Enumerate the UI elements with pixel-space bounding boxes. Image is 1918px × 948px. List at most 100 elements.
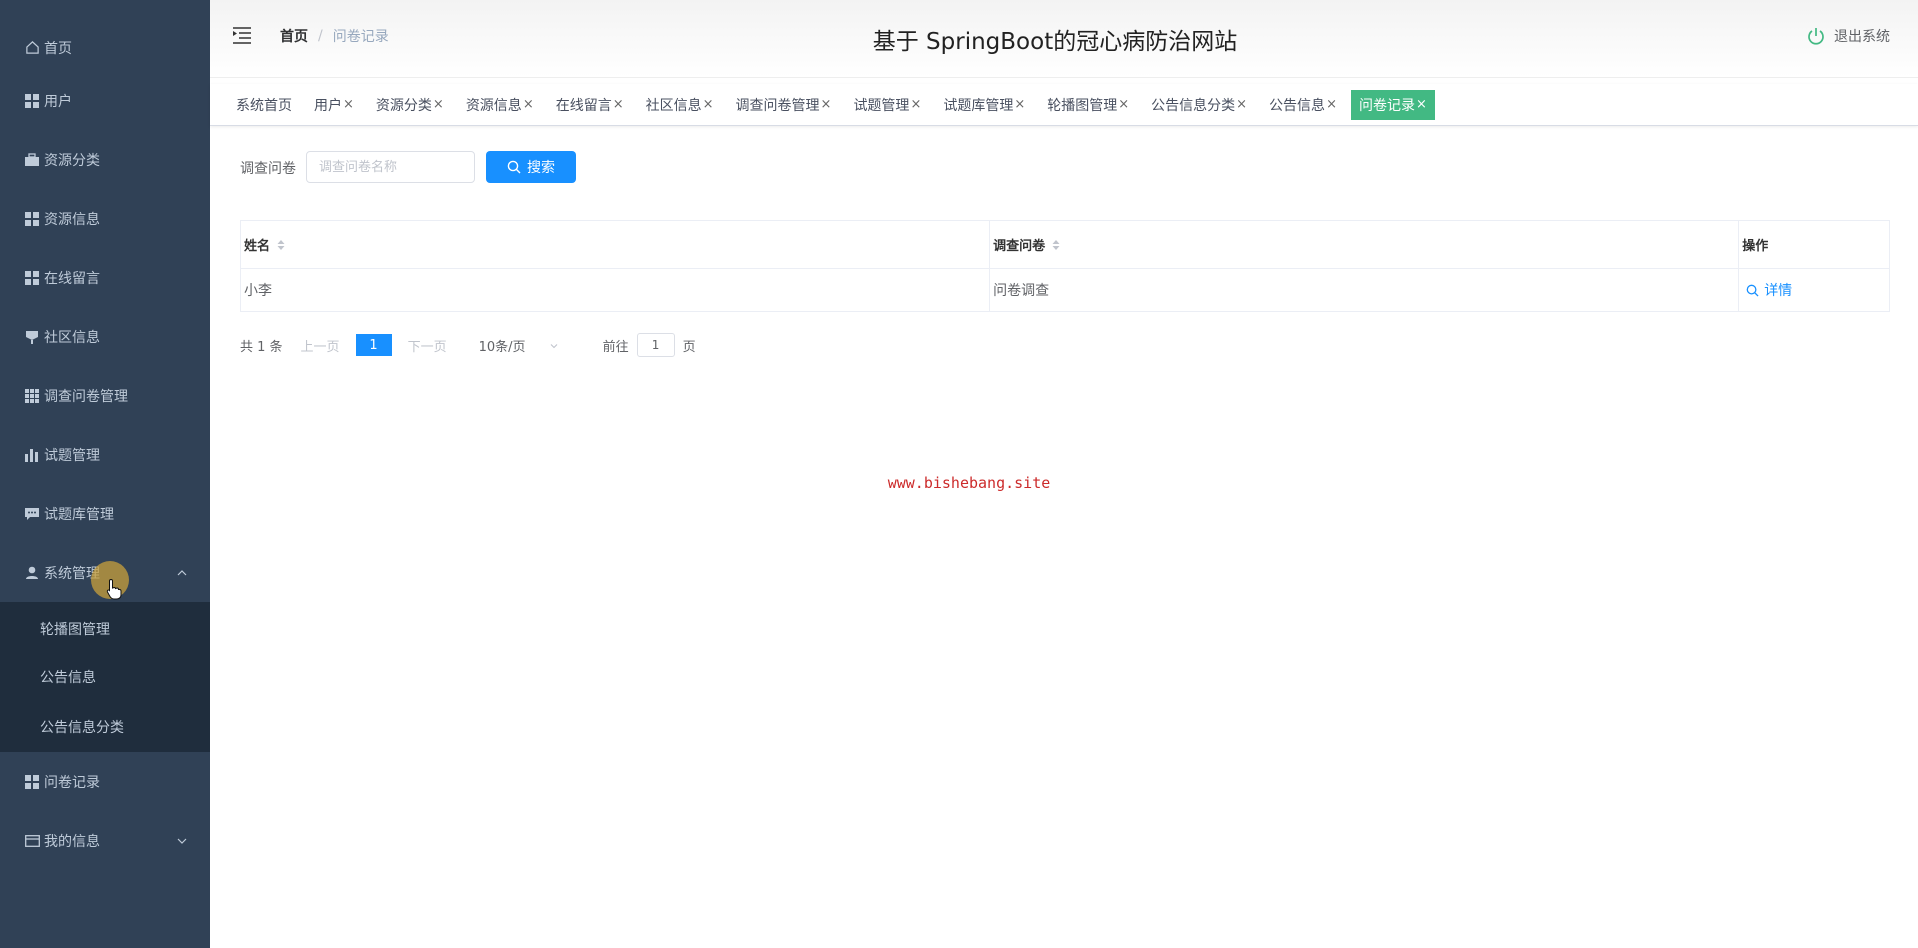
submenu-item-notice[interactable]: 公告信息 (0, 652, 210, 702)
chevron-down-icon (549, 340, 559, 350)
message-icon (24, 506, 40, 522)
column-header-survey[interactable]: 调查问卷 (990, 221, 1740, 268)
tag-label: 试题库管理 (943, 97, 1014, 114)
tag-label: 公告信息分类 (1151, 97, 1236, 114)
search-icon (507, 160, 521, 174)
close-icon[interactable]: × (523, 97, 534, 112)
bar-chart-icon (24, 447, 40, 463)
sidebar-item-users[interactable]: 用户 (0, 71, 210, 130)
top-header: 首页 / 问卷记录 基于 SpringBoot的冠心病防治网站 退出系统 (210, 0, 1918, 78)
tag-question-bank[interactable]: 试题库管理 × (943, 90, 1025, 120)
tag-community-info[interactable]: 社区信息 × (646, 90, 714, 120)
search-input[interactable] (306, 151, 475, 183)
grid-icon (24, 93, 40, 109)
close-icon[interactable]: × (1014, 97, 1025, 112)
submenu-item-label: 公告信息分类 (40, 720, 124, 736)
page-size-value: 10条/页 (478, 339, 526, 355)
sidebar-item-question-bank[interactable]: 试题库管理 (0, 484, 210, 543)
tag-label: 调查问卷管理 (735, 97, 820, 114)
close-icon[interactable]: × (821, 97, 832, 112)
close-icon[interactable]: × (1236, 97, 1247, 112)
tag-label: 资源分类 (375, 97, 432, 114)
search-icon (1746, 284, 1759, 297)
tag-label: 问卷记录 (1358, 97, 1415, 114)
detail-button[interactable]: 详情 (1746, 280, 1792, 300)
search-button[interactable]: 搜索 (486, 151, 576, 183)
sort-icon[interactable] (276, 238, 286, 252)
submenu-item-label: 轮播图管理 (40, 622, 110, 638)
tag-survey-records[interactable]: 问卷记录 × (1350, 89, 1435, 120)
tag-label: 公告信息 (1269, 97, 1326, 114)
close-icon[interactable]: × (703, 97, 714, 112)
tag-carousel[interactable]: 轮播图管理 × (1047, 90, 1129, 120)
page-size-select[interactable]: 10条/页 (479, 333, 559, 357)
tag-label: 试题管理 (853, 97, 910, 114)
column-header-name[interactable]: 姓名 (241, 221, 991, 268)
sidebar-item-survey-records[interactable]: 问卷记录 (0, 752, 210, 811)
close-icon[interactable]: × (433, 97, 444, 112)
goto-suffix: 页 (682, 339, 696, 355)
tag-label: 系统首页 (236, 97, 292, 114)
pagination: 共 1 条 上一页 1 下一页 10条/页 前往 页 (240, 333, 696, 357)
close-icon[interactable]: × (1118, 97, 1129, 112)
tag-question-management[interactable]: 试题管理 × (853, 90, 921, 120)
close-icon[interactable]: × (1326, 97, 1337, 112)
sidebar-item-label: 在线留言 (44, 270, 100, 287)
submenu-item-label: 公告信息 (40, 670, 96, 686)
tag-label: 用户 (314, 97, 342, 114)
sidebar-item-resource-category[interactable]: 资源分类 (0, 130, 210, 189)
sidebar-item-online-message[interactable]: 在线留言 (0, 248, 210, 307)
next-page-button[interactable]: 下一页 (408, 336, 447, 355)
logout-button[interactable]: 退出系统 (1806, 26, 1890, 46)
records-table: 姓名 调查问卷 操作 小李 问卷调查 详情 (240, 220, 1890, 312)
sort-icon[interactable] (1051, 238, 1061, 252)
cell-survey: 问卷调查 (990, 269, 1740, 311)
submenu-item-carousel[interactable]: 轮播图管理 (0, 602, 210, 652)
chevron-down-icon (176, 835, 188, 847)
sidebar-item-label: 我的信息 (44, 833, 100, 850)
watermark-text: www.bishebang.site (887, 474, 1051, 492)
sidebar-item-resource-info[interactable]: 资源信息 (0, 189, 210, 248)
grid-icon (24, 270, 40, 286)
sidebar-item-label: 社区信息 (44, 329, 100, 346)
card-icon (24, 833, 40, 849)
briefcase-icon (24, 152, 40, 168)
sidebar-item-label: 资源信息 (44, 211, 100, 228)
tag-label: 在线留言 (555, 97, 612, 114)
sidebar-item-label: 试题管理 (44, 447, 100, 464)
tag-online-message[interactable]: 在线留言 × (556, 90, 624, 120)
close-icon[interactable]: × (910, 97, 921, 112)
grid-icon (24, 211, 40, 227)
column-header-actions: 操作 (1739, 221, 1889, 268)
cell-actions: 详情 (1739, 269, 1889, 311)
tag-notice-category[interactable]: 公告信息分类 × (1151, 90, 1247, 120)
tag-resource-info[interactable]: 资源信息 × (466, 90, 534, 120)
goto-page-input[interactable] (636, 333, 675, 357)
tag-resource-category[interactable]: 资源分类 × (376, 90, 444, 120)
table-header: 姓名 调查问卷 操作 (241, 221, 1889, 269)
tag-users[interactable]: 用户 × (314, 90, 354, 120)
page-number-current[interactable]: 1 (355, 334, 392, 356)
sidebar-item-home[interactable]: 首页 (0, 24, 210, 71)
tag-notice[interactable]: 公告信息 × (1269, 90, 1337, 120)
sidebar-item-label: 试题库管理 (44, 506, 114, 523)
logout-label: 退出系统 (1834, 29, 1890, 45)
submenu-item-notice-category[interactable]: 公告信息分类 (0, 702, 210, 752)
sidebar-item-my-info[interactable]: 我的信息 (0, 811, 210, 870)
close-icon[interactable]: × (613, 97, 624, 112)
grid-icon (24, 774, 40, 790)
prev-page-button[interactable]: 上一页 (301, 336, 340, 355)
sidebar-item-community-info[interactable]: 社区信息 (0, 307, 210, 366)
tag-label: 轮播图管理 (1047, 97, 1118, 114)
close-icon[interactable]: × (1416, 97, 1427, 112)
sidebar-item-label: 问卷记录 (44, 774, 100, 791)
close-icon[interactable]: × (343, 97, 354, 112)
sidebar-item-label: 调查问卷管理 (44, 388, 128, 405)
tag-system-home[interactable]: 系统首页 (236, 90, 292, 120)
tag-survey-management[interactable]: 调查问卷管理 × (736, 90, 832, 120)
sidebar-item-survey-management[interactable]: 调查问卷管理 (0, 366, 210, 425)
page-title: 基于 SpringBoot的冠心病防治网站 (872, 29, 1238, 55)
cell-name: 小李 (241, 269, 991, 311)
search-label: 调查问卷 (240, 161, 296, 177)
goto-label: 前往 (602, 339, 629, 355)
